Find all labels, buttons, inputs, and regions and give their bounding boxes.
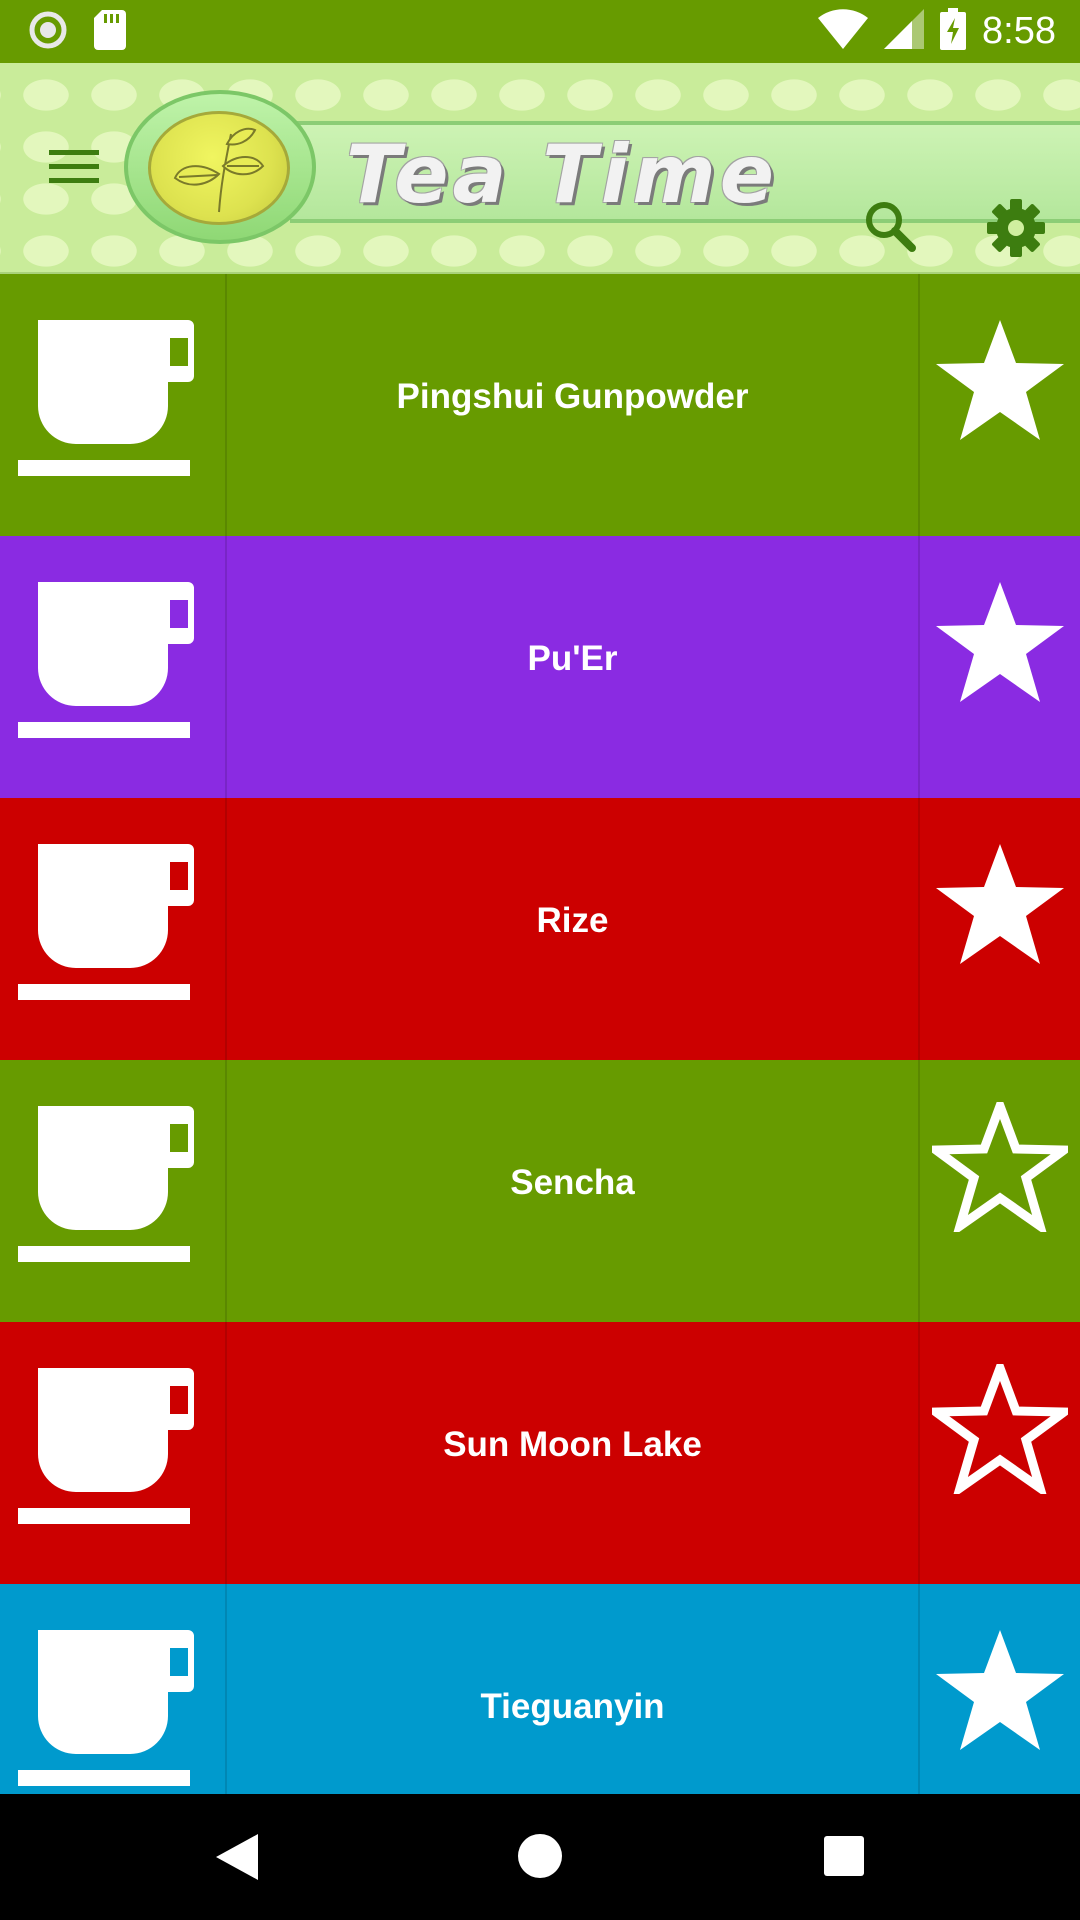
tea-list: Pingshui Gunpowder Pu'Er Rize Sencha Sun…	[0, 274, 1080, 1794]
tea-name-cell[interactable]: Rize	[227, 798, 920, 1060]
status-time: 8:58	[982, 9, 1056, 52]
tea-name-cell[interactable]: Tieguanyin	[227, 1584, 920, 1794]
tea-name-cell[interactable]: Pu'Er	[227, 536, 920, 798]
tea-list-item[interactable]: Tieguanyin	[0, 1584, 1080, 1794]
search-button[interactable]	[862, 198, 918, 254]
recents-icon[interactable]	[824, 1836, 864, 1876]
settings-icon	[987, 199, 1045, 257]
tea-list-item[interactable]: Pu'Er	[0, 536, 1080, 798]
tea-name-cell[interactable]: Sun Moon Lake	[227, 1322, 920, 1584]
tea-name-cell[interactable]: Sencha	[227, 1060, 920, 1322]
signal-icon	[884, 8, 925, 54]
navigation-bar	[0, 1794, 1080, 1920]
favorite-toggle[interactable]	[920, 1060, 1080, 1322]
favorite-toggle[interactable]	[920, 274, 1080, 536]
favorite-toggle[interactable]	[920, 1322, 1080, 1584]
tea-icon-cell	[0, 536, 227, 798]
tea-icon-cell	[0, 274, 227, 536]
back-icon	[216, 1834, 258, 1880]
favorite-star-icon	[936, 582, 1064, 702]
tea-name: Pingshui Gunpowder	[396, 377, 749, 416]
app-bar: Tea Time	[0, 63, 1080, 274]
tea-icon-cell	[0, 798, 227, 1060]
tea-leaf-logo-icon	[148, 111, 290, 225]
tea-cup-icon	[18, 1368, 194, 1524]
favorite-star-icon	[936, 1630, 1064, 1750]
home-icon[interactable]	[518, 1834, 562, 1878]
tea-cup-icon	[18, 844, 194, 1000]
tea-name: Pu'Er	[527, 639, 618, 678]
tea-cup-icon	[18, 1106, 194, 1262]
tea-list-item[interactable]: Sun Moon Lake	[0, 1322, 1080, 1584]
tea-icon-cell	[0, 1584, 227, 1794]
tea-name: Sencha	[510, 1163, 635, 1202]
status-bar: 8:58	[0, 0, 1080, 63]
tea-icon-cell	[0, 1322, 227, 1584]
tea-name-cell[interactable]: Pingshui Gunpowder	[227, 274, 920, 536]
favorite-star-icon	[932, 1102, 1068, 1232]
record-icon	[28, 10, 68, 55]
menu-icon	[49, 150, 99, 183]
tea-name: Sun Moon Lake	[443, 1425, 702, 1464]
back-button[interactable]	[212, 1832, 262, 1882]
tea-cup-icon	[18, 1630, 194, 1786]
tea-name: Rize	[536, 901, 609, 940]
tea-cup-icon	[18, 320, 194, 476]
favorite-star-icon	[936, 844, 1064, 964]
search-icon	[866, 202, 916, 252]
tea-list-item[interactable]: Pingshui Gunpowder	[0, 274, 1080, 536]
tea-icon-cell	[0, 1060, 227, 1322]
tea-cup-icon	[18, 582, 194, 738]
favorite-toggle[interactable]	[920, 798, 1080, 1060]
menu-button[interactable]	[44, 136, 104, 196]
wifi-icon	[818, 8, 869, 54]
tea-name: Tieguanyin	[480, 1687, 665, 1726]
favorite-toggle[interactable]	[920, 536, 1080, 798]
settings-button[interactable]	[986, 198, 1046, 258]
sd-card-icon	[94, 9, 126, 55]
tea-list-item[interactable]: Sencha	[0, 1060, 1080, 1322]
favorite-toggle[interactable]	[920, 1584, 1080, 1794]
favorite-star-icon	[936, 320, 1064, 440]
battery-charging-icon	[940, 7, 967, 55]
app-title: Tea Time	[346, 128, 778, 221]
tea-list-item[interactable]: Rize	[0, 798, 1080, 1060]
favorite-star-icon	[932, 1364, 1068, 1494]
